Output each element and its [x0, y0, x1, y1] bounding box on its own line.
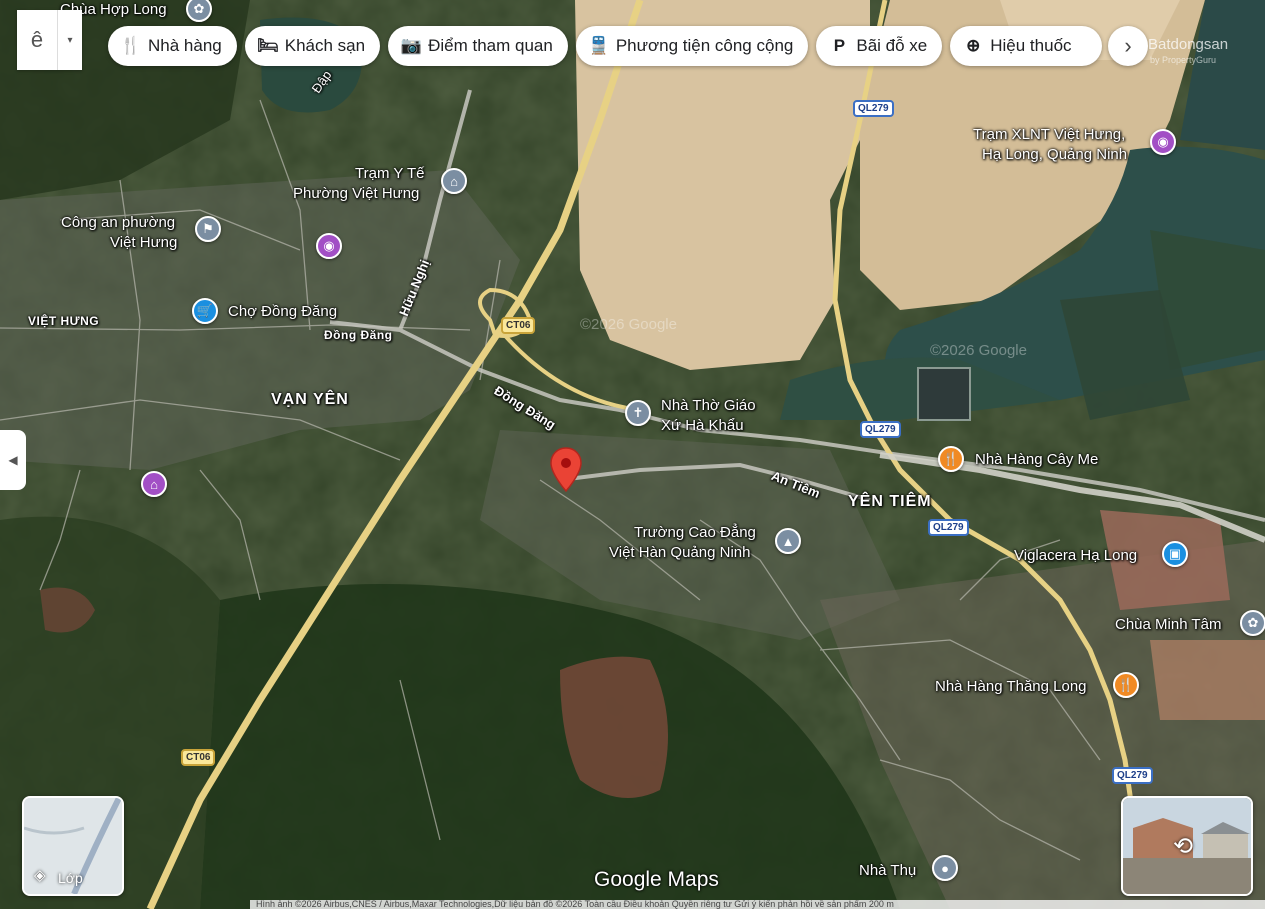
- road-shield-ql279: QL279: [853, 100, 894, 117]
- restaurant-icon[interactable]: 🍴: [938, 446, 964, 472]
- place-label-nha-hang-cay-me[interactable]: Nhà Hàng Cây Me: [975, 450, 1098, 470]
- road-shield-ql279: QL279: [928, 519, 969, 536]
- app-menu-glyph[interactable]: ê: [17, 27, 57, 53]
- layers-button[interactable]: ◈ Lớp: [22, 796, 124, 896]
- tile-watermark: ©2026 Google: [930, 342, 1027, 359]
- hotel-icon: 🛏: [256, 36, 279, 55]
- chip-attractions[interactable]: 📷 Điểm tham quan: [388, 26, 568, 66]
- attraction-camera-icon[interactable]: ◉: [316, 233, 342, 259]
- collapse-panel-button[interactable]: ◀: [0, 430, 26, 490]
- government-building-icon[interactable]: ⌂: [441, 168, 467, 194]
- religious-site-icon[interactable]: ⌂: [141, 471, 167, 497]
- tile-watermark: ©2026 Google: [580, 316, 677, 333]
- chip-label: Phương tiện công cộng: [615, 36, 794, 55]
- place-label-viglacera[interactable]: Viglacera Hạ Long: [1014, 546, 1137, 566]
- place-label-tram-y-te[interactable]: Trạm Y Tế: [355, 164, 424, 184]
- place-pin-icon[interactable]: ●: [932, 855, 958, 881]
- police-icon[interactable]: ⚑: [195, 216, 221, 242]
- chip-restaurants[interactable]: 🍴 Nhà hàng: [108, 26, 237, 66]
- pharmacy-icon: ⊕: [966, 36, 981, 55]
- place-label-nha-tho-line2: Xứ Hà Khẩu: [661, 417, 744, 434]
- road-shield-ct06: CT06: [181, 749, 216, 766]
- chip-label: Khách sạn: [284, 36, 366, 55]
- school-icon[interactable]: ▲: [775, 528, 801, 554]
- place-label-tram-xlnt-line2: Hạ Long, Quảng Ninh: [982, 146, 1128, 163]
- location-pin-icon[interactable]: [549, 447, 583, 493]
- app-menu[interactable]: ê ▾: [17, 10, 82, 70]
- category-chips: 🍴 Nhà hàng 🛏 Khách sạn 📷 Điểm tham quan …: [108, 26, 1102, 66]
- church-icon[interactable]: ✝: [625, 400, 651, 426]
- chip-parking[interactable]: P Bãi đỗ xe: [816, 26, 943, 66]
- parking-icon: P: [833, 36, 846, 55]
- place-label-cho-dong-dang[interactable]: Chợ Đồng Đăng: [228, 302, 337, 322]
- road-label-dong-dang-small: Đồng Đăng: [324, 328, 393, 342]
- google-maps-logo: Google Maps: [594, 868, 719, 891]
- camera-icon: 📷: [400, 36, 422, 55]
- place-label-nha-thu[interactable]: Nhà Thụ: [859, 861, 916, 881]
- place-label-tram-xlnt-line1[interactable]: Trạm XLNT Việt Hưng,: [973, 125, 1125, 145]
- map-canvas[interactable]: Chùa Hợp Long ✿ Đập Trạm Y Tế Phường Việ…: [0, 0, 1265, 909]
- place-label-nha-tho-line1[interactable]: Nhà Thờ Giáo: [661, 396, 756, 416]
- shopping-cart-icon[interactable]: 🛒: [192, 298, 218, 324]
- shopping-bag-icon[interactable]: ▣: [1162, 541, 1188, 567]
- brand-watermark: Batdongsan: [1148, 36, 1229, 53]
- road-shield-ct06: CT06: [501, 317, 536, 334]
- place-label-truong-cao-dang-line1[interactable]: Trường Cao Đẳng: [634, 523, 756, 543]
- brand-watermark-sub: by PropertyGuru: [1150, 55, 1217, 65]
- layers-label: Lớp: [58, 870, 83, 886]
- attribution-bar[interactable]: Hình ảnh ©2026 Airbus,CNES / Airbus,Maxa…: [250, 900, 1265, 909]
- chips-next-button[interactable]: ›: [1108, 26, 1148, 66]
- place-label-cong-an-line1[interactable]: Công an phường: [61, 213, 175, 233]
- place-label-nha-hang-thang-long[interactable]: Nhà Hàng Thăng Long: [935, 677, 1087, 697]
- layers-icon: ◈: [34, 867, 46, 884]
- place-label-truong-cao-dang-line2: Việt Hàn Quảng Ninh: [609, 544, 751, 561]
- street-view-thumbnail[interactable]: ⟲: [1121, 796, 1253, 896]
- chip-label: Điểm tham quan: [428, 36, 553, 55]
- place-label-tram-y-te-line1: Trạm Y Tế: [355, 165, 425, 182]
- place-label-chua-minh-tam[interactable]: Chùa Minh Tâm: [1115, 615, 1221, 635]
- chip-transit[interactable]: 🚆 Phương tiện công cộng: [575, 26, 809, 66]
- place-label-tram-y-te-line2: Phường Việt Hưng: [293, 185, 420, 202]
- temple-icon[interactable]: ✿: [1240, 610, 1265, 636]
- area-label-van-yen: VẠN YÊN: [271, 391, 349, 408]
- area-label-yen-tiem: YÊN TIÊM: [848, 493, 932, 510]
- chip-label: Nhà hàng: [148, 36, 222, 55]
- road-shield-ql279: QL279: [1112, 767, 1153, 784]
- chip-pharmacy[interactable]: ⊕ Hiệu thuốc: [950, 26, 1102, 66]
- chip-label: Bãi đỗ xe: [856, 36, 928, 55]
- chip-hotels[interactable]: 🛏 Khách sạn: [244, 26, 381, 66]
- chevron-left-icon: ◀: [8, 453, 18, 467]
- chevron-down-icon[interactable]: ▾: [57, 10, 82, 70]
- attraction-camera-icon[interactable]: ◉: [1150, 129, 1176, 155]
- road-shield-ql279: QL279: [860, 421, 901, 438]
- area-label-viet-hung: VIỆT HƯNG: [28, 314, 100, 328]
- transit-icon: 🚆: [588, 36, 610, 55]
- rotate-360-icon: ⟲: [1173, 833, 1194, 860]
- place-label-cong-an-line2: Việt Hưng: [110, 234, 178, 251]
- chip-label: Hiệu thuốc: [990, 36, 1072, 55]
- restaurant-icon: 🍴: [120, 36, 142, 55]
- restaurant-icon[interactable]: 🍴: [1113, 672, 1139, 698]
